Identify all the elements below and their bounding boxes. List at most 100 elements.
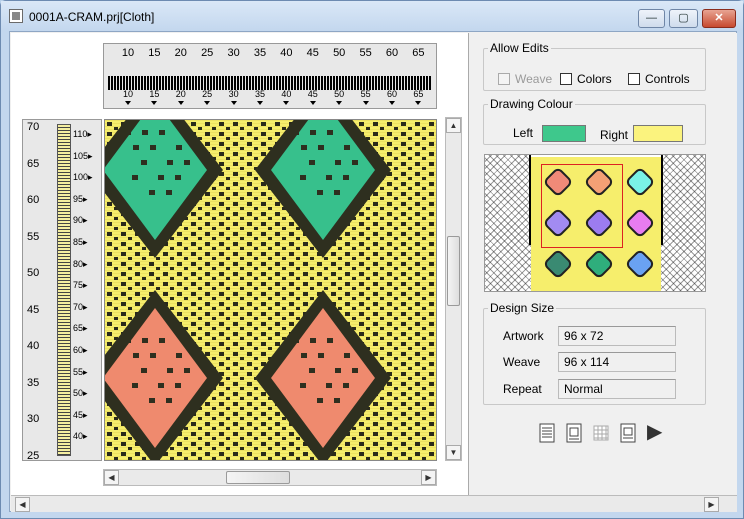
left-ruler-marker[interactable]: 95▸ <box>73 194 88 205</box>
repeat-field[interactable]: Normal <box>558 379 676 399</box>
horizontal-scroll-thumb[interactable] <box>226 471 290 484</box>
left-ruler-marker[interactable]: 105▸ <box>73 151 93 162</box>
top-ruler-marker-arrow[interactable] <box>230 101 237 105</box>
scroll-up-arrow[interactable]: ▲ <box>446 118 461 133</box>
left-ruler-marker[interactable]: 70▸ <box>73 302 88 313</box>
close-button[interactable]: ✕ <box>702 9 736 28</box>
left-ruler-marker[interactable]: 85▸ <box>73 237 88 248</box>
top-ruler-marker-arrow[interactable] <box>362 101 369 105</box>
cloth-weave-dot <box>317 398 323 403</box>
left-ruler-marker[interactable]: 55▸ <box>73 367 88 378</box>
cloth-weave-dot <box>293 338 299 343</box>
colors-checkbox[interactable]: Colors <box>560 72 612 86</box>
cloth-weave-dot <box>176 145 182 150</box>
left-ruler-marker[interactable]: 65▸ <box>73 323 88 334</box>
window-scroll-right-arrow[interactable]: ▶ <box>704 497 719 512</box>
right-colour-swatch[interactable] <box>633 125 683 142</box>
cloth-weave-dot <box>327 130 333 135</box>
top-ruler-marker-arrow[interactable] <box>204 101 211 105</box>
canvas-vertical-scrollbar[interactable]: ▲ ▼ <box>445 117 462 461</box>
artwork-size-field[interactable]: 96 x 72 <box>558 326 676 346</box>
top-ruler-marker-arrow[interactable] <box>177 101 184 105</box>
left-ruler-marker[interactable]: 100▸ <box>73 172 93 183</box>
top-ruler-marker-number: 50 <box>334 89 345 99</box>
window-horizontal-scrollbar[interactable]: ◀ ▶ <box>11 495 737 512</box>
cloth-weave-dot <box>141 160 147 165</box>
vertical-scroll-thumb[interactable] <box>447 236 460 306</box>
weave-checkbox-box[interactable] <box>498 73 510 85</box>
print-preview-icon[interactable] <box>619 423 637 443</box>
left-ruler-marker[interactable]: 45▸ <box>73 410 88 421</box>
cloth-weave-dot <box>149 190 155 195</box>
weave-checkbox[interactable]: Weave <box>498 72 552 86</box>
controls-checkbox[interactable]: Controls <box>628 72 690 86</box>
grid-view-icon[interactable] <box>592 423 610 443</box>
canvas-horizontal-scrollbar[interactable]: ◀ ▶ <box>103 469 437 486</box>
weave-size-field[interactable]: 96 x 114 <box>558 352 676 372</box>
cloth-weave-dot <box>334 190 340 195</box>
controls-checkbox-box[interactable] <box>628 73 640 85</box>
cloth-weave-dot <box>175 383 181 388</box>
top-ruler-marker-arrow[interactable] <box>257 101 263 105</box>
cloth-weave-dot <box>309 368 315 373</box>
top-ruler-number: 45 <box>306 47 319 59</box>
left-ruler-marker[interactable]: 80▸ <box>73 259 88 270</box>
palette-right-marker <box>661 155 663 245</box>
cloth-weave-dot <box>166 398 172 403</box>
left-ruler-marker[interactable]: 110▸ <box>73 129 92 140</box>
top-ruler-number: 60 <box>385 47 399 59</box>
top-ruler-marker-arrow[interactable] <box>389 101 395 105</box>
top-ruler-marker-arrow[interactable] <box>125 101 131 105</box>
left-ruler-marker[interactable]: 75▸ <box>73 280 88 291</box>
scroll-left-arrow[interactable]: ◀ <box>104 470 119 485</box>
cloth-weave-dot <box>125 130 131 135</box>
repeat-label: Repeat <box>503 382 542 396</box>
left-ruler-marker[interactable]: 40▸ <box>73 431 88 442</box>
cloth-weave-dot <box>293 130 299 135</box>
left-colour-swatch[interactable] <box>542 125 586 142</box>
top-ruler-marker-number: 15 <box>149 89 160 99</box>
cloth-image <box>105 120 436 460</box>
cloth-weave-dot <box>159 130 165 135</box>
top-ruler-marker-arrow[interactable] <box>415 101 422 105</box>
colour-palette-preview[interactable] <box>484 154 706 292</box>
left-colour-label: Left <box>513 126 534 140</box>
left-ruler-number: 45 <box>27 303 40 316</box>
scroll-down-arrow[interactable]: ▼ <box>446 445 461 460</box>
cloth-weave-dot <box>167 160 173 165</box>
left-ruler-number: 25 <box>27 449 40 462</box>
top-ruler-marker-arrow[interactable] <box>309 101 316 105</box>
cloth-weave-dot <box>352 160 358 165</box>
left-ruler-number: 35 <box>27 376 40 389</box>
left-ruler-marker[interactable]: 50▸ <box>73 388 88 399</box>
left-ruler-number: 65 <box>27 157 40 170</box>
app-window: 0001A-CRAM.prj[Cloth] — ▢ ✕ 10 15 20 25 30 35… <box>0 0 744 519</box>
left-ruler-marker[interactable]: 90▸ <box>73 215 88 226</box>
title-bar[interactable]: 0001A-CRAM.prj[Cloth] — ▢ ✕ <box>1 1 743 31</box>
left-ruler-marker[interactable]: 60▸ <box>73 345 88 356</box>
top-ruler-marker-number: 55 <box>360 89 371 99</box>
colors-checkbox-box[interactable] <box>560 73 572 85</box>
top-ruler-marker-number: 25 <box>202 89 213 99</box>
cloth-view-icon[interactable] <box>565 423 583 443</box>
weave-view-icon[interactable] <box>538 423 556 443</box>
cloth-weave-dot <box>300 383 306 388</box>
top-ruler-marker-arrow[interactable] <box>151 101 158 105</box>
top-ruler-marker-arrow[interactable] <box>283 101 290 105</box>
cloth-weave-dot <box>158 383 164 388</box>
cloth-weave-dot <box>301 353 307 358</box>
cloth-weave-dot <box>335 160 341 165</box>
window-scroll-left-arrow[interactable]: ◀ <box>15 497 30 512</box>
maximize-button[interactable]: ▢ <box>669 9 698 28</box>
top-ruler-marker-arrow[interactable] <box>336 101 343 105</box>
cloth-weave-dot <box>149 398 155 403</box>
cloth-weave-dot <box>344 145 350 150</box>
play-button[interactable]: ▶ <box>647 422 662 442</box>
cloth-canvas[interactable] <box>104 119 437 461</box>
minimize-button[interactable]: — <box>638 9 665 28</box>
palette-left-marker <box>529 155 531 245</box>
cloth-weave-dot <box>310 338 316 343</box>
top-ruler-ticks <box>108 76 432 90</box>
cloth-weave-dot <box>133 145 139 150</box>
scroll-right-arrow[interactable]: ▶ <box>421 470 436 485</box>
